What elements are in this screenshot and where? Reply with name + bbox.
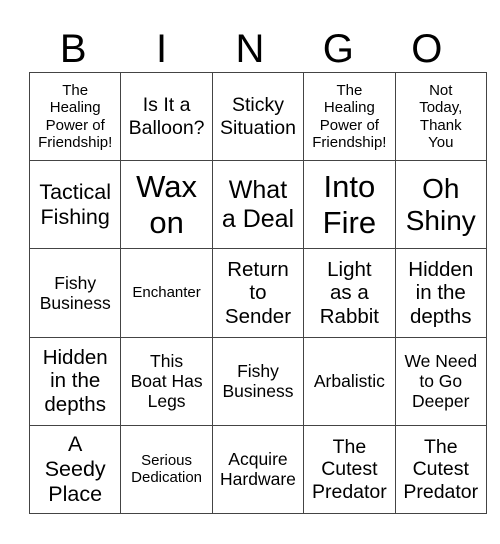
- bingo-cell[interactable]: The Healing Power of Friendship!: [303, 71, 396, 162]
- grid-row: Tactical Fishing Wax on What a Deal Into…: [28, 160, 487, 250]
- bingo-cell[interactable]: What a Deal: [211, 160, 305, 250]
- bingo-cell[interactable]: Wax on: [120, 160, 213, 250]
- bingo-cell[interactable]: Fishy Business: [28, 248, 122, 338]
- bingo-cell[interactable]: Hidden in the depths: [28, 336, 122, 426]
- grid-row: A Seedy Place Serious Dedication Acquire…: [28, 424, 487, 514]
- bingo-cell[interactable]: Fishy Business: [211, 336, 305, 426]
- bingo-cell[interactable]: Sticky Situation: [211, 71, 305, 162]
- bingo-cell[interactable]: We Need to Go Deeper: [394, 336, 487, 426]
- header-letter-b: B: [59, 27, 87, 71]
- grid-row: Fishy Business Enchanter Return to Sende…: [28, 248, 487, 338]
- header-letter-i: I: [156, 27, 168, 71]
- header-letter-n: N: [235, 27, 265, 71]
- bingo-grid: The Healing Power of Friendship! Is It a…: [28, 71, 487, 514]
- bingo-cell[interactable]: Oh Shiny: [394, 160, 487, 250]
- bingo-cell[interactable]: Acquire Hardware: [211, 424, 305, 514]
- bingo-cell[interactable]: Light as a Rabbit: [303, 248, 396, 338]
- bingo-cell[interactable]: The Cutest Predator: [303, 424, 396, 514]
- bingo-cell[interactable]: A Seedy Place: [28, 424, 122, 514]
- header-letter-o: O: [411, 27, 443, 71]
- bingo-cell[interactable]: Not Today, Thank You: [394, 71, 487, 162]
- bingo-cell[interactable]: Hidden in the depths: [394, 248, 487, 338]
- bingo-cell[interactable]: Enchanter: [120, 248, 213, 338]
- grid-row: Hidden in the depths This Boat Has Legs …: [28, 336, 487, 426]
- bingo-cell[interactable]: The Cutest Predator: [394, 424, 487, 514]
- bingo-cell[interactable]: Return to Sender: [211, 248, 305, 338]
- bingo-cell[interactable]: Is It a Balloon?: [120, 71, 213, 162]
- bingo-cell[interactable]: The Healing Power of Friendship!: [28, 71, 122, 162]
- bingo-cell[interactable]: This Boat Has Legs: [120, 336, 213, 426]
- bingo-cell[interactable]: Arbalistic: [303, 336, 396, 426]
- grid-row: The Healing Power of Friendship! Is It a…: [28, 71, 487, 162]
- bingo-header: B I N G O: [29, 26, 471, 72]
- header-letter-g: G: [322, 27, 354, 71]
- bingo-cell[interactable]: Serious Dedication: [120, 424, 213, 514]
- bingo-cell[interactable]: Tactical Fishing: [28, 160, 122, 250]
- bingo-cell[interactable]: Into Fire: [303, 160, 396, 250]
